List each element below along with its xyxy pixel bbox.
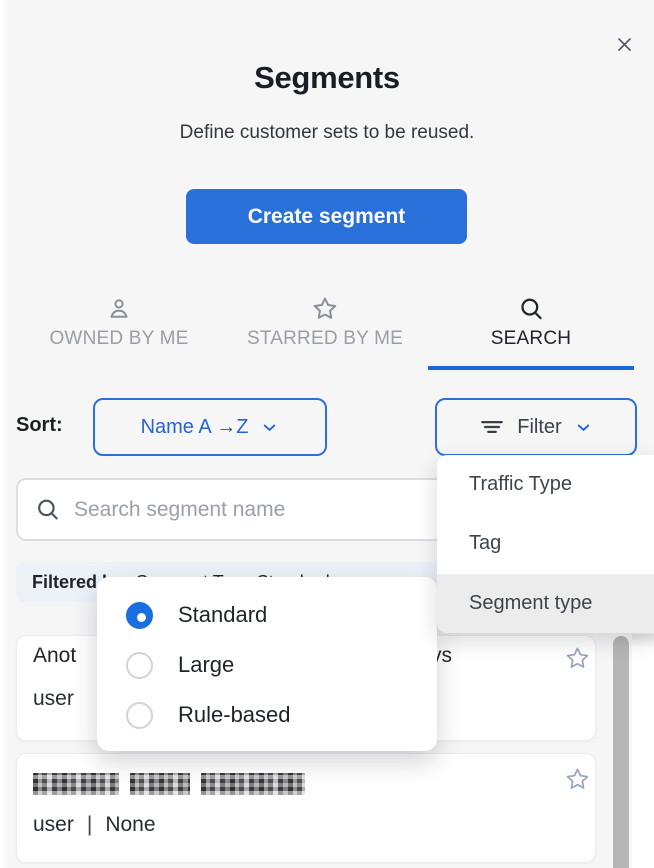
filter-icon bbox=[479, 414, 505, 440]
radio-unselected-icon bbox=[126, 652, 153, 679]
star-icon bbox=[564, 766, 591, 793]
segment-meta: user | None bbox=[33, 813, 156, 837]
radio-option-rule-based[interactable]: Rule-based bbox=[126, 690, 437, 740]
search-icon bbox=[428, 295, 634, 323]
page-subtitle: Define customer sets to be reused. bbox=[0, 122, 654, 144]
filter-dropdown[interactable]: Filter bbox=[435, 398, 637, 456]
filter-dropdown-menu: Traffic Type Tag Segment type bbox=[437, 455, 654, 633]
segment-name: Anot bbox=[33, 644, 76, 668]
close-icon bbox=[615, 35, 634, 54]
segment-meta: user bbox=[33, 687, 74, 711]
tab-bar: OWNED BY ME STARRED BY ME SEARCH bbox=[16, 291, 634, 370]
search-icon bbox=[34, 496, 61, 528]
close-button[interactable] bbox=[610, 30, 638, 58]
tab-starred-by-me[interactable]: STARRED BY ME bbox=[222, 291, 428, 370]
chevron-down-icon bbox=[574, 418, 593, 437]
tab-label: OWNED BY ME bbox=[49, 328, 188, 349]
filter-label: Filter bbox=[517, 416, 561, 439]
segments-modal: Segments Define customer sets to be reus… bbox=[0, 0, 654, 868]
radio-selected-icon bbox=[126, 602, 153, 629]
segment-name-redacted bbox=[33, 773, 305, 795]
scroll-gutter bbox=[632, 634, 654, 868]
sort-value: Name A →Z bbox=[141, 416, 249, 439]
menu-item-tag[interactable]: Tag bbox=[437, 514, 654, 573]
person-icon bbox=[16, 295, 222, 323]
page-title: Segments bbox=[0, 60, 654, 96]
star-toggle[interactable] bbox=[564, 766, 591, 798]
radio-option-standard[interactable]: Standard bbox=[126, 590, 437, 640]
tab-search[interactable]: SEARCH bbox=[428, 291, 634, 370]
segment-meta-type: user bbox=[33, 813, 74, 837]
chevron-down-icon bbox=[260, 418, 279, 437]
segment-list-item[interactable]: user | None bbox=[16, 753, 596, 863]
create-segment-button[interactable]: Create segment bbox=[186, 189, 467, 244]
star-icon bbox=[222, 295, 428, 323]
sort-label: Sort: bbox=[16, 414, 63, 437]
tab-owned-by-me[interactable]: OWNED BY ME bbox=[16, 291, 222, 370]
star-icon bbox=[564, 645, 591, 672]
star-toggle[interactable] bbox=[564, 645, 591, 677]
menu-item-segment-type[interactable]: Segment type bbox=[437, 574, 654, 633]
menu-item-traffic-type[interactable]: Traffic Type bbox=[437, 455, 654, 514]
segment-type-popup: Standard Large Rule-based bbox=[97, 577, 437, 751]
segment-meta-value: None bbox=[105, 813, 155, 837]
meta-divider: | bbox=[87, 813, 92, 837]
sort-dropdown[interactable]: Name A →Z bbox=[93, 398, 327, 456]
tab-label: SEARCH bbox=[491, 328, 571, 349]
scrollbar-thumb[interactable] bbox=[613, 636, 629, 868]
radio-unselected-icon bbox=[126, 702, 153, 729]
tab-label: STARRED BY ME bbox=[247, 328, 403, 349]
radio-option-large[interactable]: Large bbox=[126, 640, 437, 690]
